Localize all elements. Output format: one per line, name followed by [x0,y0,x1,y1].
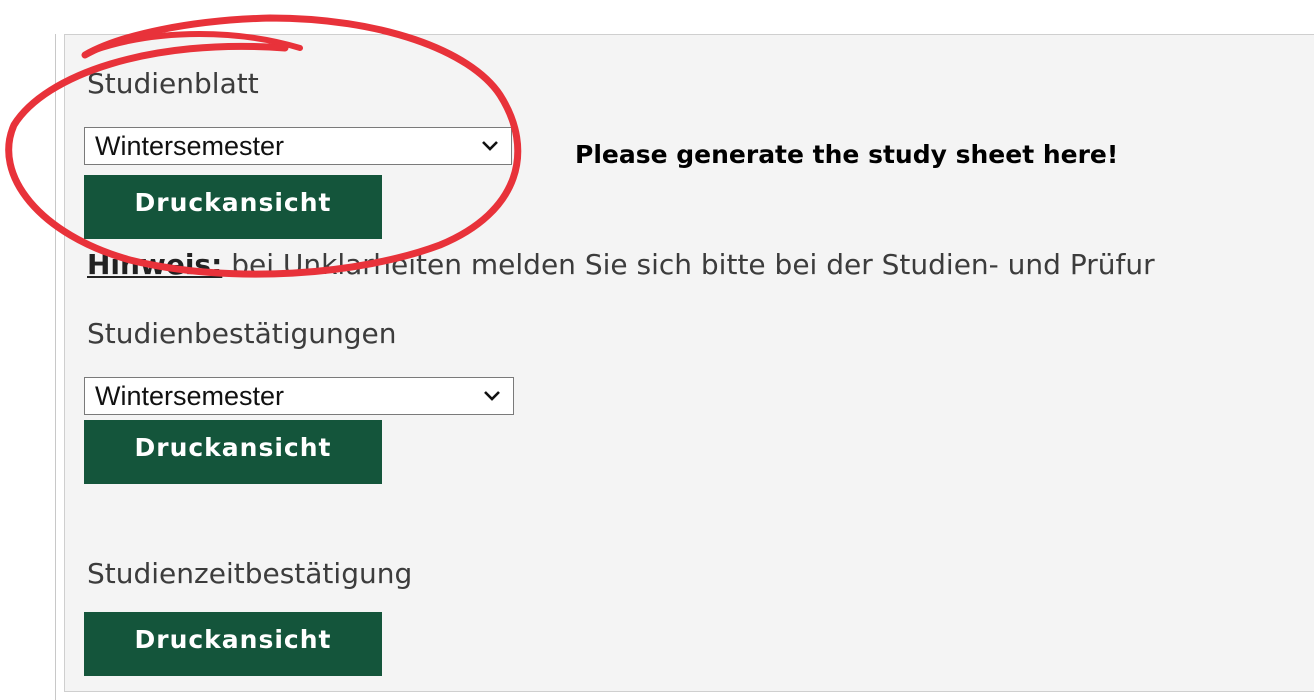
studienbestaetigungen-semester-value: Wintersemester [95,381,285,411]
chevron-down-icon [482,141,498,151]
screenshot-stage: Studienblatt Wintersemester Druckansicht… [0,0,1314,700]
studienbestaetigungen-semester-select[interactable]: Wintersemester [84,377,514,415]
studienblatt-semester-select[interactable]: Wintersemester [84,127,512,165]
studienzeitbestaetigung-print-button[interactable]: Druckansicht [84,612,382,676]
hint-label: Hinweis: [87,248,223,281]
studienzeitbestaetigung-title: Studienzeitbestätigung [87,557,413,590]
studienblatt-semester-value: Wintersemester [95,131,285,161]
chevron-down-icon [484,391,500,401]
studienblatt-title: Studienblatt [87,67,259,100]
studienblatt-print-button[interactable]: Druckansicht [84,175,382,239]
hint-message: bei Unklarheiten melden Sie sich bitte b… [222,248,1155,281]
studienbestaetigungen-title: Studienbestätigungen [87,317,397,350]
hint-text: Hinweis: bei Unklarheiten melden Sie sic… [87,248,1155,282]
annotation-note: Please generate the study sheet here! [575,140,1119,169]
frame-divider [55,34,56,700]
studienbestaetigungen-print-button[interactable]: Druckansicht [84,420,382,484]
